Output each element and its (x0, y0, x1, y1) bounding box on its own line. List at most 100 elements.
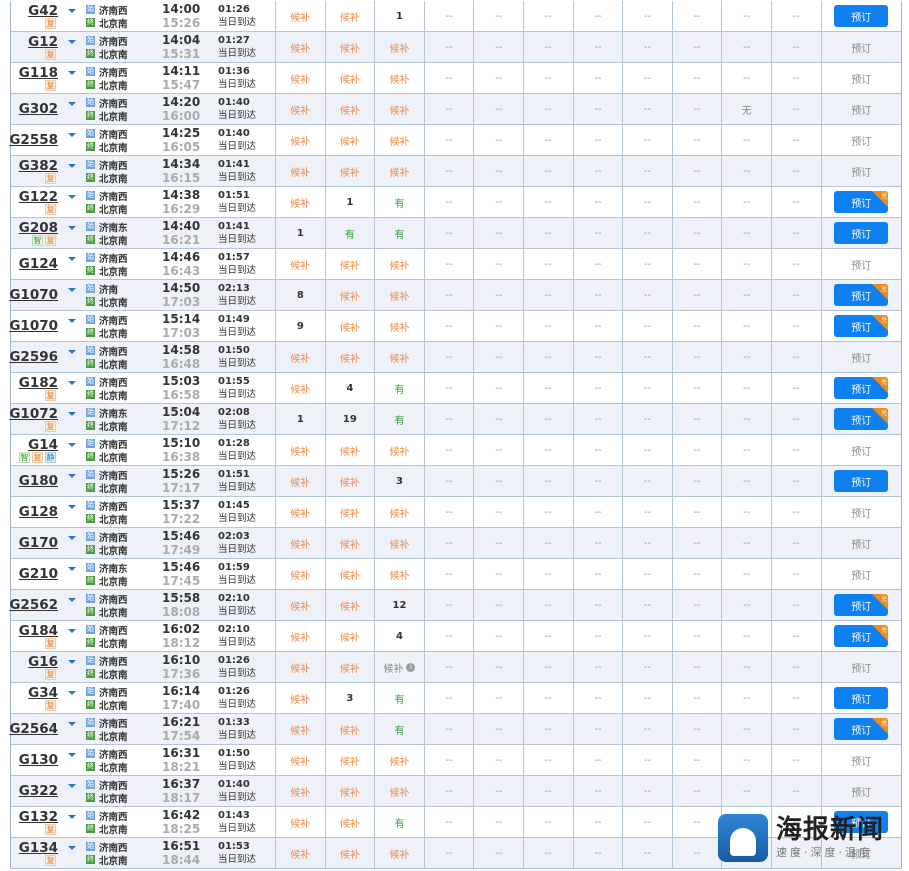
seat-availability-cell[interactable]: 候补 (276, 714, 326, 744)
expand-stops-icon[interactable] (68, 40, 76, 44)
seat-availability-cell[interactable]: 8 (276, 280, 326, 310)
seat-availability-cell[interactable]: 候补 (276, 32, 326, 62)
book-button[interactable]: 预订 兑 (834, 191, 889, 213)
train-number-link[interactable]: G128 (19, 504, 58, 520)
seat-availability-cell[interactable]: 候补 (326, 94, 376, 124)
expand-stops-icon[interactable] (68, 722, 76, 726)
seat-availability-cell[interactable]: 候补 (326, 745, 376, 775)
expand-stops-icon[interactable] (68, 598, 76, 602)
seat-availability-cell[interactable]: 1 (276, 218, 326, 248)
expand-stops-icon[interactable] (68, 846, 76, 850)
expand-stops-icon[interactable] (68, 350, 76, 354)
expand-stops-icon[interactable] (68, 753, 76, 757)
seat-availability-cell[interactable]: 3 (375, 466, 425, 496)
seat-availability-cell[interactable]: 候补 (276, 497, 326, 527)
seat-availability-cell[interactable]: 19 (326, 404, 376, 434)
seat-availability-cell[interactable]: 候补 (326, 621, 376, 651)
book-button[interactable]: 预订 兑 (834, 625, 889, 647)
train-number-link[interactable]: G118 (19, 65, 58, 81)
seat-availability-cell[interactable]: 候补 (276, 652, 326, 682)
seat-availability-cell[interactable]: 候补 (276, 466, 326, 496)
train-number-link[interactable]: G322 (19, 783, 58, 799)
train-number-link[interactable]: G210 (19, 566, 58, 582)
seat-availability-cell[interactable]: 候补 (375, 745, 425, 775)
expand-stops-icon[interactable] (68, 567, 76, 571)
seat-availability-cell[interactable]: 候补 (326, 497, 376, 527)
seat-availability-cell[interactable]: 1 (276, 404, 326, 434)
book-button[interactable]: 预订 兑 (834, 284, 889, 306)
seat-availability-cell[interactable]: 候补 (375, 497, 425, 527)
seat-availability-cell[interactable]: 候补 (326, 435, 376, 465)
seat-availability-cell[interactable]: 候补 (276, 187, 326, 217)
seat-availability-cell[interactable]: 候补 (375, 249, 425, 279)
seat-availability-cell[interactable]: 有 (375, 187, 425, 217)
seat-availability-cell[interactable]: 有 (375, 404, 425, 434)
expand-stops-icon[interactable] (68, 505, 76, 509)
seat-availability-cell[interactable]: 候补 (375, 776, 425, 806)
book-button[interactable]: 预订 (834, 687, 889, 709)
expand-stops-icon[interactable] (68, 257, 76, 261)
expand-stops-icon[interactable] (68, 629, 76, 633)
expand-stops-icon[interactable] (68, 133, 76, 137)
book-button[interactable]: 预订 兑 (834, 408, 889, 430)
train-number-link[interactable]: G2562 (9, 597, 58, 613)
train-number-link[interactable]: G34 (28, 685, 58, 701)
seat-availability-cell[interactable]: 候补 (326, 559, 376, 589)
expand-stops-icon[interactable] (68, 536, 76, 540)
seat-availability-cell[interactable]: 候补 (326, 776, 376, 806)
seat-availability-cell[interactable]: 候补 (326, 342, 376, 372)
seat-availability-cell[interactable]: 候补 (375, 94, 425, 124)
seat-availability-cell[interactable]: 候补 (375, 280, 425, 310)
expand-stops-icon[interactable] (68, 71, 76, 75)
seat-availability-cell[interactable]: 候补 (276, 745, 326, 775)
train-number-link[interactable]: G12 (28, 34, 58, 50)
seat-availability-cell[interactable]: 候补 (276, 621, 326, 651)
expand-stops-icon[interactable] (68, 9, 76, 13)
seat-availability-cell[interactable]: 候补 (375, 63, 425, 93)
train-number-link[interactable]: G122 (19, 189, 58, 205)
expand-stops-icon[interactable] (68, 319, 76, 323)
seat-availability-cell[interactable]: 12 (375, 590, 425, 620)
seat-availability-cell[interactable]: 候补 (326, 32, 376, 62)
seat-availability-cell[interactable]: 候补 (375, 311, 425, 341)
seat-availability-cell[interactable]: 候补 (326, 528, 376, 558)
train-number-link[interactable]: G1070 (9, 318, 58, 334)
expand-stops-icon[interactable] (68, 691, 76, 695)
train-number-link[interactable]: G302 (19, 101, 58, 117)
book-button[interactable]: 预订 (834, 470, 889, 492)
train-number-link[interactable]: G42 (28, 3, 58, 19)
expand-stops-icon[interactable] (68, 164, 76, 168)
train-number-link[interactable]: G1072 (9, 406, 58, 422)
seat-availability-cell[interactable]: 候补 (375, 32, 425, 62)
expand-stops-icon[interactable] (68, 412, 76, 416)
seat-availability-cell[interactable]: 候补 (375, 435, 425, 465)
seat-availability-cell[interactable]: 候补 (276, 249, 326, 279)
seat-availability-cell[interactable]: 候补 (276, 528, 326, 558)
train-number-link[interactable]: G180 (19, 473, 58, 489)
seat-availability-cell[interactable]: 候补 (326, 652, 376, 682)
seat-availability-cell[interactable]: 1 (375, 1, 425, 31)
train-number-link[interactable]: G16 (28, 654, 58, 670)
expand-stops-icon[interactable] (68, 660, 76, 664)
seat-availability-cell[interactable]: 候补 (326, 280, 376, 310)
seat-availability-cell[interactable]: 候补 (326, 125, 376, 155)
seat-availability-cell[interactable]: 候补 (375, 559, 425, 589)
seat-availability-cell[interactable]: 候补 (375, 838, 425, 868)
train-number-link[interactable]: G134 (19, 840, 58, 856)
info-icon[interactable]: i (406, 662, 416, 672)
seat-availability-cell[interactable]: 候补 (326, 807, 376, 837)
train-number-link[interactable]: G208 (19, 220, 58, 236)
seat-availability-cell[interactable]: 9 (276, 311, 326, 341)
book-button[interactable]: 预订 兑 (834, 315, 889, 337)
expand-stops-icon[interactable] (68, 815, 76, 819)
seat-availability-cell[interactable]: 候补 (375, 156, 425, 186)
book-button[interactable]: 预订 (834, 5, 889, 27)
seat-availability-cell[interactable]: 有 (375, 683, 425, 713)
seat-availability-cell[interactable]: 4 (326, 373, 376, 403)
expand-stops-icon[interactable] (68, 381, 76, 385)
seat-availability-cell[interactable]: 候补 (276, 838, 326, 868)
seat-availability-cell[interactable]: 候补 (276, 683, 326, 713)
seat-availability-cell[interactable]: 3 (326, 683, 376, 713)
seat-availability-cell[interactable]: 有 (375, 373, 425, 403)
train-number-link[interactable]: G14 (28, 437, 58, 453)
